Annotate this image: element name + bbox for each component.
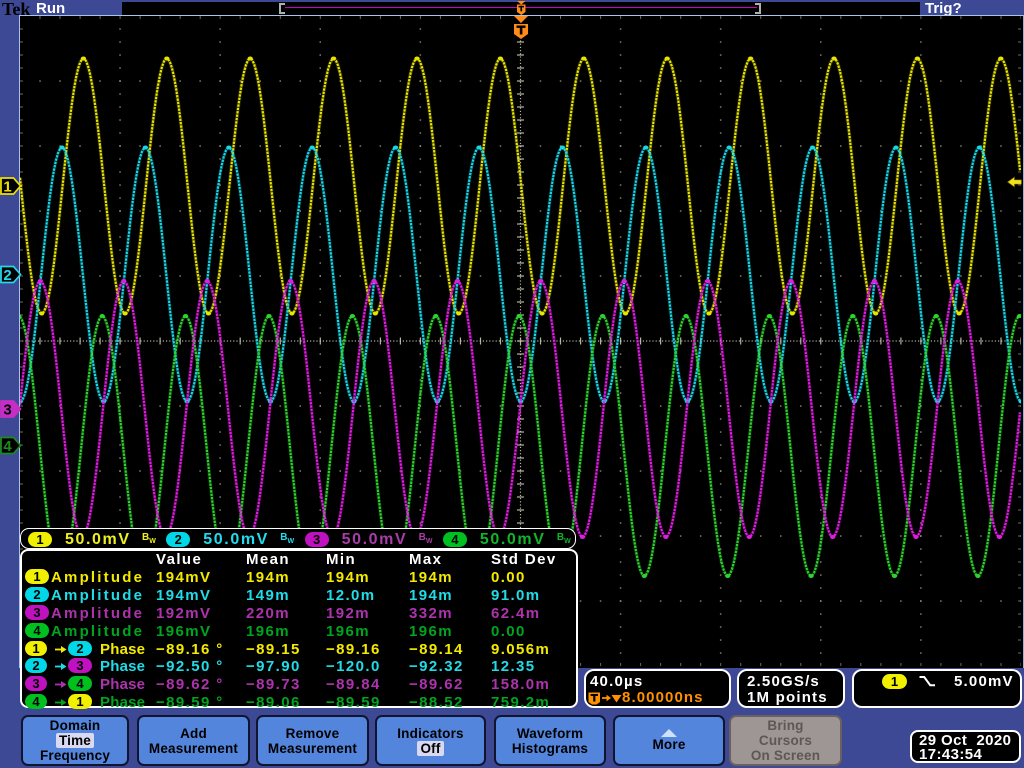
svg-text:4: 4 (3, 438, 12, 455)
svg-text:3: 3 (3, 402, 11, 419)
svg-text:1: 1 (3, 179, 11, 196)
svg-text:2: 2 (3, 267, 11, 284)
